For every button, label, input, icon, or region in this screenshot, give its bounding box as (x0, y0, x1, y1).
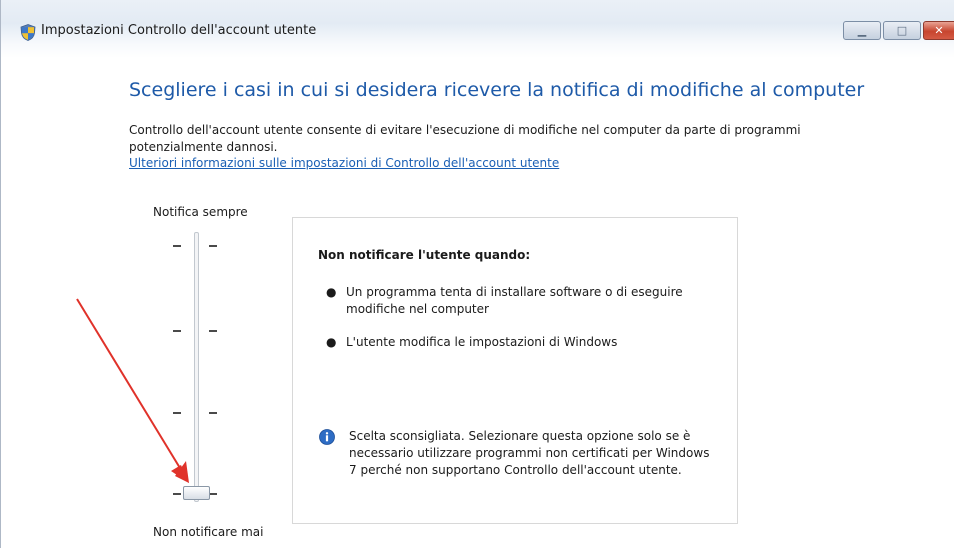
uac-shield-icon (20, 24, 36, 41)
slider-top-label: Notifica sempre (153, 205, 248, 219)
window-title: Impostazioni Controllo dell'account uten… (41, 23, 317, 38)
slider-tick (173, 245, 181, 247)
maximize-button[interactable]: □ (883, 21, 921, 40)
uac-settings-window: Impostazioni Controllo dell'account uten… (0, 0, 954, 548)
warning-note: Scelta sconsigliata. Selezionare questa … (349, 429, 710, 477)
info-box-title: Non notificare l'utente quando: (318, 248, 531, 262)
slider-bottom-label: Non notificare mai (153, 525, 264, 539)
title-bar[interactable]: Impostazioni Controllo dell'account uten… (1, 0, 954, 58)
red-arrow-annotation (76, 298, 189, 483)
bullet-dot: ● (326, 335, 337, 349)
bullet-item: L'utente modifica le impostazioni di Win… (346, 335, 618, 349)
close-icon: ✕ (934, 24, 944, 37)
info-icon (319, 429, 335, 445)
bullet-dot: ● (326, 285, 337, 299)
close-button[interactable]: ✕ (923, 21, 954, 40)
minimize-button[interactable]: ▁ (843, 21, 881, 40)
setting-description-box: Non notificare l'utente quando: ● Un pro… (292, 217, 738, 524)
maximize-icon: □ (896, 24, 908, 37)
caption-buttons: ▁ □ ✕ (841, 21, 954, 40)
minimize-icon: ▁ (857, 24, 867, 37)
page-heading: Scegliere i casi in cui si desidera rice… (129, 79, 865, 101)
bullet-item: Un programma tenta di installare softwar… (346, 285, 683, 316)
description-text: Controllo dell'account utente consente d… (129, 123, 801, 154)
slider-tick (209, 245, 217, 247)
help-link[interactable]: Ulteriori informazioni sulle impostazion… (129, 156, 559, 170)
